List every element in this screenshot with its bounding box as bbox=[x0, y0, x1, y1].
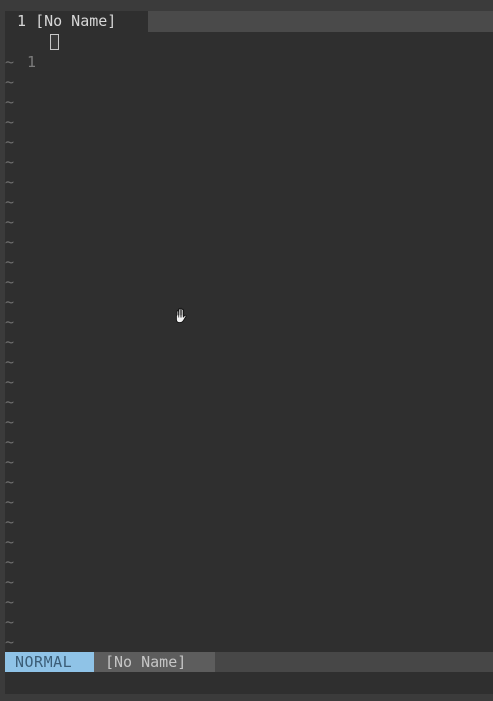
empty-line-marker: ~ bbox=[5, 273, 15, 291]
empty-line-marker: ~ bbox=[5, 253, 15, 271]
tab-label: [No Name] bbox=[35, 12, 117, 30]
empty-line-marker: ~ bbox=[5, 393, 15, 411]
empty-line-marker: ~ bbox=[5, 613, 15, 631]
empty-line-marker: ~ bbox=[5, 153, 15, 171]
empty-line-marker: ~ bbox=[5, 333, 15, 351]
command-line[interactable] bbox=[5, 672, 493, 694]
empty-line-marker: ~ bbox=[5, 513, 15, 531]
empty-line-marker: ~ bbox=[5, 453, 15, 471]
empty-line-marker: ~ bbox=[5, 73, 15, 91]
empty-line-marker: ~ bbox=[5, 233, 15, 251]
empty-line-marker: ~ bbox=[5, 93, 15, 111]
empty-line-marker: ~ bbox=[5, 573, 15, 591]
window-bottom-border bbox=[0, 694, 493, 701]
empty-line-marker: ~ bbox=[5, 593, 15, 611]
empty-line-marker: ~ bbox=[5, 633, 15, 651]
terminal-window: 1 [No Name] 1 ~ ~ ~ ~ ~ ~ ~ ~ ~ ~ ~ ~ ~ ~ ~ ~ ~ ~ ~ ~ ~ ~ ~ ~ ~ ~… bbox=[0, 0, 493, 701]
empty-line-marker: ~ bbox=[5, 493, 15, 511]
empty-line-marker: ~ bbox=[5, 433, 15, 451]
empty-line-marker: ~ bbox=[5, 133, 15, 151]
tab-no-name[interactable]: 1 [No Name] bbox=[5, 11, 148, 32]
buffer-area[interactable]: 1 ~ ~ ~ ~ ~ ~ ~ ~ ~ ~ ~ ~ ~ ~ ~ ~ ~ ~ ~ ~ ~ ~ ~ ~ ~ ~ ~ ~ ~ ~ bbox=[5, 32, 493, 652]
empty-line-marker: ~ bbox=[5, 473, 15, 491]
tab-number: 1 bbox=[17, 12, 27, 30]
cursor bbox=[50, 34, 59, 50]
empty-line-marker: ~ bbox=[5, 553, 15, 571]
empty-line-marker: ~ bbox=[5, 413, 15, 431]
empty-line-marker: ~ bbox=[5, 193, 15, 211]
empty-line-marker: ~ bbox=[5, 353, 15, 371]
status-filename: [No Name] bbox=[94, 652, 215, 672]
empty-line-marker: ~ bbox=[5, 373, 15, 391]
vim-editor[interactable]: 1 [No Name] 1 ~ ~ ~ ~ ~ ~ ~ ~ ~ ~ ~ ~ ~ ~ ~ ~ ~ ~ ~ ~ ~ ~ ~ ~ ~ ~… bbox=[5, 11, 493, 694]
mode-indicator: NORMAL bbox=[5, 652, 94, 672]
buffer-line[interactable]: 1 bbox=[5, 32, 77, 71]
empty-line-marker: ~ bbox=[5, 173, 15, 191]
line-number: 1 bbox=[27, 53, 37, 71]
empty-line-marker: ~ bbox=[5, 213, 15, 231]
empty-line-marker: ~ bbox=[5, 53, 15, 71]
empty-line-marker: ~ bbox=[5, 533, 15, 551]
empty-line-marker: ~ bbox=[5, 313, 15, 331]
statusline: NORMAL [No Name] bbox=[5, 652, 493, 672]
grab-hand-icon bbox=[175, 307, 187, 324]
tabline: 1 [No Name] bbox=[5, 11, 493, 32]
empty-line-marker: ~ bbox=[5, 113, 15, 131]
empty-line-marker: ~ bbox=[5, 293, 15, 311]
